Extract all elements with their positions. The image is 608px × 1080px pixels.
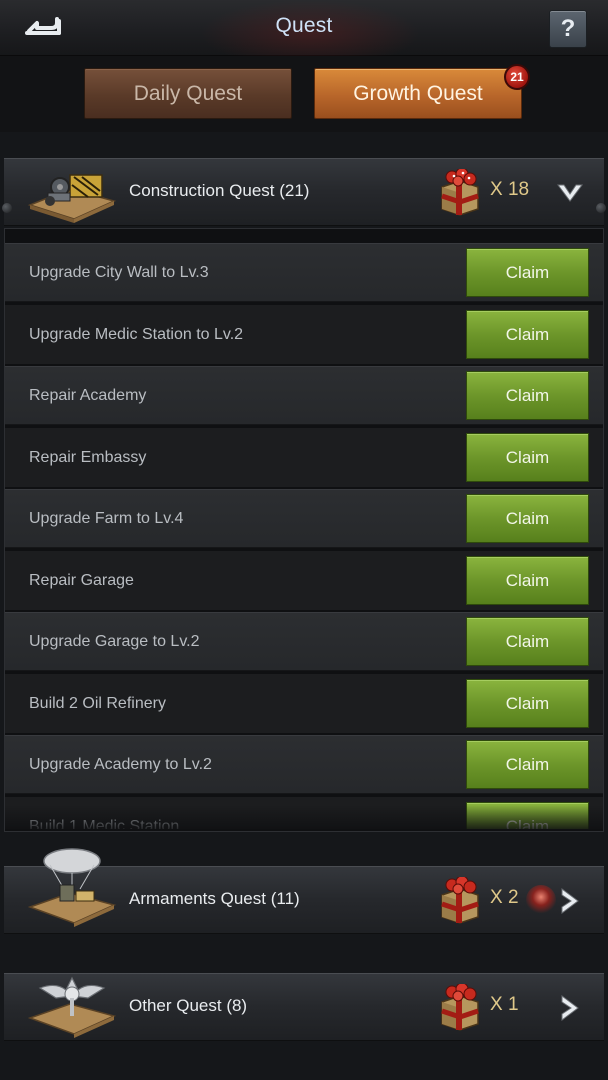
section-other-quest[interactable]: Other Quest (8) X 1 [4,973,604,1041]
claim-button[interactable]: Claim [466,802,589,829]
list-item: Upgrade Farm to Lv.4 Claim [5,489,603,548]
gift-box-icon [436,982,484,1032]
list-item: Repair Academy Claim [5,366,603,425]
claim-button[interactable]: Claim [466,494,589,543]
quest-text: Upgrade Medic Station to Lv.2 [29,325,244,343]
list-item: Build 2 Oil Refinery Claim [5,674,603,733]
quest-text: Repair Embassy [29,448,147,466]
section-construction-quest[interactable]: Construction Quest (21) X 18 [2,158,606,226]
list-item: Build 1 Medic Station Claim [5,797,603,829]
quest-text: Upgrade Academy to Lv.2 [29,755,212,773]
list-item: Upgrade Academy to Lv.2 Claim [5,735,603,794]
tab-daily-quest[interactable]: Daily Quest [84,68,292,119]
list-item: Upgrade City Wall to Lv.3 Claim [5,243,603,302]
reward-count: X 1 [490,994,519,1015]
claim-button[interactable]: Claim [466,679,589,728]
claim-button[interactable]: Claim [466,310,589,359]
quest-text: Build 2 Oil Refinery [29,694,166,712]
tab-growth-label: Growth Quest [353,81,483,105]
parachute-supply-icon [26,847,118,927]
list-item: Upgrade Garage to Lv.2 Claim [5,612,603,671]
claim-button[interactable]: Claim [466,556,589,605]
tab-daily-label: Daily Quest [133,81,243,105]
list-item: Repair Embassy Claim [5,428,603,487]
claim-button[interactable]: Claim [466,617,589,666]
quest-text: Upgrade Garage to Lv.2 [29,632,200,650]
top-bar: Quest ? [0,0,608,56]
chevron-right-icon[interactable] [556,887,584,915]
quest-list[interactable]: Upgrade City Wall to Lv.3 Claim Upgrade … [4,228,604,832]
medal-emblem-icon [26,968,118,1038]
claim-button[interactable]: Claim [466,248,589,297]
chevron-right-icon[interactable] [556,994,584,1022]
rivet [2,203,12,213]
claim-button[interactable]: Claim [466,371,589,420]
gift-box-icon [436,875,484,925]
page-title: Quest [275,14,333,37]
chevron-down-icon[interactable] [556,179,584,207]
reward-count: X 2 [490,887,519,908]
red-glow-indicator [526,885,556,915]
claim-button[interactable]: Claim [466,740,589,789]
list-item: Upgrade Medic Station to Lv.2 Claim [5,305,603,364]
quest-list-viewport: Upgrade City Wall to Lv.3 Claim Upgrade … [5,243,603,829]
rivet [596,203,606,213]
help-button[interactable]: ? [549,10,587,48]
claim-button[interactable]: Claim [466,433,589,482]
construction-icon [26,165,118,223]
section-title-construction: Construction Quest (21) [129,181,310,200]
section-armaments-quest[interactable]: Armaments Quest (11) X 2 [4,848,604,934]
quest-text: Build 1 Medic Station [29,817,180,830]
notification-badge: 21 [504,64,530,90]
section-title-armaments: Armaments Quest (11) [129,889,300,908]
section-title-other: Other Quest (8) [129,996,248,1015]
quest-text: Upgrade City Wall to Lv.3 [29,263,209,281]
help-icon: ? [560,15,576,42]
quest-text: Repair Garage [29,571,134,589]
reward-count: X 18 [490,179,530,200]
tab-growth-quest[interactable]: Growth Quest [314,68,522,119]
list-item: Repair Garage Claim [5,551,603,610]
quest-text: Repair Academy [29,386,147,404]
quest-text: Upgrade Farm to Lv.4 [29,509,184,527]
gift-box-icon [436,167,484,217]
